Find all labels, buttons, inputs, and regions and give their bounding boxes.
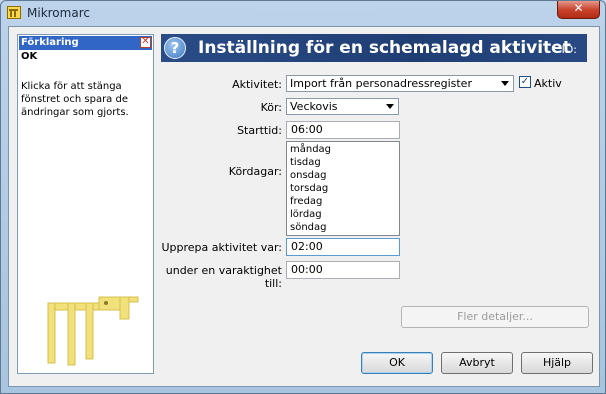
app-logo-icon <box>7 6 21 19</box>
help-question-icon[interactable]: ? <box>164 37 186 59</box>
help-panel-heading: Förklaring <box>21 37 79 48</box>
chevron-down-icon <box>501 81 509 86</box>
help-panel: Förklaring ✕ OK Klicka för att stänga fö… <box>17 34 154 374</box>
ok-button[interactable]: OK <box>361 352 433 374</box>
help-button[interactable]: Hjälp <box>521 352 593 374</box>
list-item[interactable]: måndag <box>287 143 399 156</box>
activity-label: Aktivitet: <box>232 78 282 91</box>
start-time-input[interactable]: 06:00 <box>286 121 400 139</box>
activity-value: Import från personadressregister <box>290 77 472 90</box>
dialog-window: Mikromarc ✕ Förklaring ✕ OK Klicka för a… <box>0 0 606 394</box>
help-topic-title: OK <box>21 51 38 62</box>
list-item[interactable]: lördag <box>287 208 399 221</box>
list-item[interactable]: fredag <box>287 195 399 208</box>
mikromarc-logo-icon <box>47 296 139 366</box>
record-id-label: ID: <box>561 43 577 56</box>
active-label: Aktiv <box>534 77 562 90</box>
window-title: Mikromarc <box>27 6 90 20</box>
header-banner: ? Inställning för en schemalagd aktivite… <box>161 34 587 62</box>
activity-select[interactable]: Import från personadressregister <box>286 75 514 92</box>
repeat-interval-input[interactable]: 02:00 <box>286 238 400 256</box>
window-close-button[interactable]: ✕ <box>557 1 600 19</box>
dialog-body: Förklaring ✕ OK Klicka för att stänga fö… <box>8 26 600 387</box>
active-checkbox[interactable]: ✓ <box>519 76 531 88</box>
start-time-label: Starttid: <box>237 124 282 137</box>
duration-label: under en varaktighet till: <box>165 264 282 290</box>
repeat-label: Upprepa aktivitet var: <box>161 241 282 254</box>
run-label: Kör: <box>260 101 282 114</box>
list-item[interactable]: söndag <box>287 221 399 234</box>
duration-input[interactable]: 00:00 <box>286 261 400 279</box>
list-item[interactable]: tisdag <box>287 156 399 169</box>
more-details-button[interactable]: Fler detaljer... <box>401 306 589 328</box>
list-item[interactable]: torsdag <box>287 182 399 195</box>
help-close-icon[interactable]: ✕ <box>140 37 151 48</box>
chevron-down-icon <box>386 104 394 109</box>
page-title: Inställning för en schemalagd aktivitet <box>198 38 571 58</box>
run-frequency-select[interactable]: Veckovis <box>286 98 399 115</box>
run-days-label: Kördagar: <box>228 165 282 178</box>
run-frequency-value: Veckovis <box>290 100 338 113</box>
cancel-button[interactable]: Avbryt <box>441 352 513 374</box>
title-bar[interactable]: Mikromarc ✕ <box>1 1 605 26</box>
help-panel-header: Förklaring ✕ <box>19 36 152 50</box>
list-item[interactable]: onsdag <box>287 169 399 182</box>
help-description: Klicka för att stänga fönstret och spara… <box>21 81 129 118</box>
run-days-list[interactable]: måndag tisdag onsdag torsdag fredag lörd… <box>286 141 400 236</box>
